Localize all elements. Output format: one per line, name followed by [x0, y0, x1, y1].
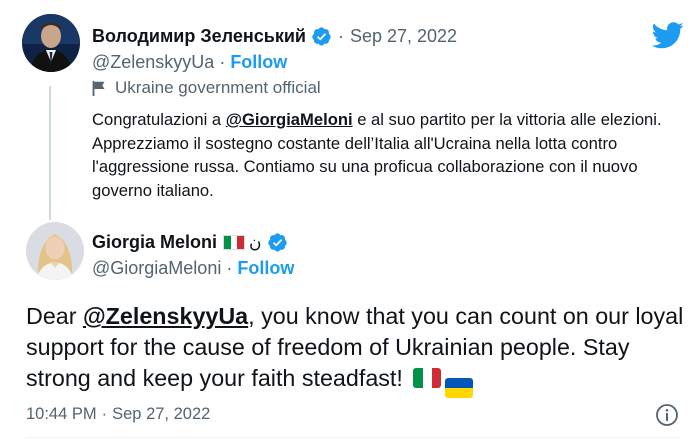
divider [26, 437, 680, 438]
thread-connector-line [49, 86, 51, 220]
tweet-timestamp[interactable]: 10:44 PM · Sep 27, 2022 [26, 405, 210, 424]
follow-button[interactable]: Follow [230, 52, 287, 73]
verified-badge-icon [267, 233, 287, 252]
parent-text-part: Congratulazioni a [92, 110, 226, 129]
parent-date[interactable]: Sep 27, 2022 [350, 26, 457, 47]
tweet-time: 10:44 PM [26, 405, 97, 423]
government-label: Ukraine government official [92, 78, 321, 98]
ukraine-flag-icon [445, 378, 474, 398]
mention-link[interactable]: @GiorgiaMeloni [226, 110, 353, 129]
main-handle[interactable]: @GiorgiaMeloni [92, 258, 221, 279]
separator-dot: · [226, 258, 233, 278]
verified-badge-icon [312, 27, 331, 46]
parent-handle[interactable]: @ZelenskyyUa [92, 52, 214, 73]
main-tweet-text: Dear @ZelenskyyUa, you know that you can… [26, 301, 686, 398]
separator-dot: · [101, 405, 108, 423]
mention-link[interactable]: @ZelenskyyUa [83, 303, 248, 329]
italy-flag-icon [223, 235, 246, 250]
tweet-card: Володимир Зеленський · Sep 27, 2022 @Zel… [0, 0, 700, 441]
follow-button[interactable]: Follow [237, 258, 294, 279]
name-extra-glyph: ن [249, 232, 262, 252]
info-icon[interactable] [655, 403, 679, 427]
twitter-bird-icon[interactable] [652, 22, 684, 49]
main-text-part: Dear [26, 303, 83, 329]
flag-icon [92, 80, 105, 96]
parent-tweet-text: Congratulazioni a @GiorgiaMeloni e al su… [92, 108, 682, 202]
italy-flag-icon [413, 368, 442, 388]
separator-dot: · [337, 26, 344, 46]
separator-dot: · [219, 52, 226, 72]
government-label-text: Ukraine government official [115, 78, 321, 97]
tweet-date: Sep 27, 2022 [112, 405, 211, 423]
avatar-zelenskyy[interactable] [22, 14, 80, 72]
avatar-meloni[interactable] [26, 222, 84, 280]
main-author-name[interactable]: Giorgia Meloni [92, 232, 217, 253]
parent-author-name[interactable]: Володимир Зеленський [92, 26, 306, 47]
